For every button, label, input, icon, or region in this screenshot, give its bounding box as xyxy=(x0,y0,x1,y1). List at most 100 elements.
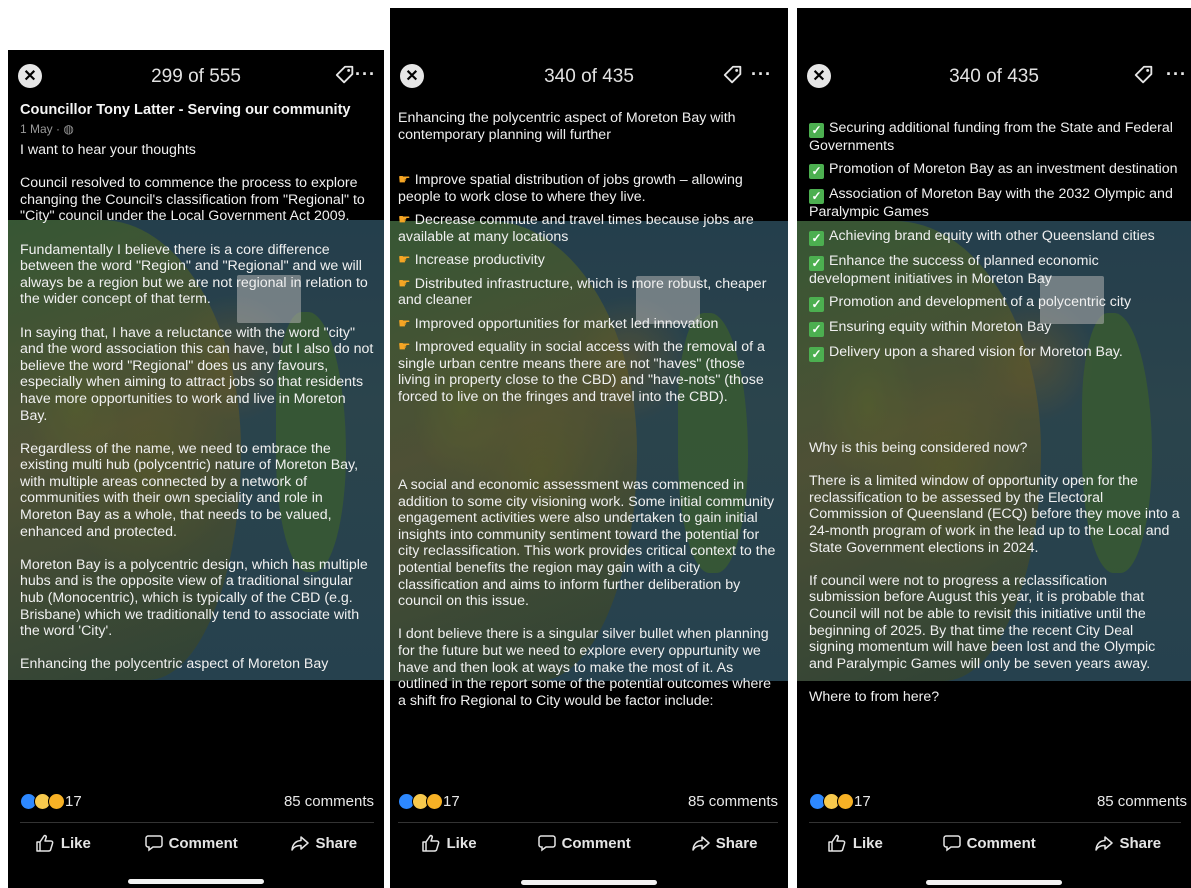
like-button[interactable]: Like xyxy=(827,834,883,852)
reactions-summary[interactable]: 17 xyxy=(809,793,871,810)
share-arrow-icon xyxy=(291,836,310,851)
viewer-top-bar: ✕ 340 of 435 ··· xyxy=(390,62,788,102)
reaction-count: 17 xyxy=(443,793,460,810)
photo-counter: 299 of 555 xyxy=(151,66,241,87)
comments-count[interactable]: 85 comments xyxy=(688,793,778,810)
benefits-list: ☛ Improve spatial distribution of jobs gr… xyxy=(398,172,778,412)
home-indicator xyxy=(128,879,264,884)
outcomes-checklist: ✓ Securing additional funding from the St… xyxy=(809,120,1181,369)
viewer-top-bar: ✕ 340 of 435 ··· xyxy=(797,62,1191,102)
check-mark-icon: ✓ xyxy=(809,164,824,180)
list-item: ✓ Ensuring equity within Moreton Bay xyxy=(809,319,1181,338)
list-item: ✓ Achieving brand equity with other Queen… xyxy=(809,228,1181,246)
post-text: I want to hear your thoughts Council res… xyxy=(20,142,374,673)
like-button[interactable]: Like xyxy=(421,834,477,852)
list-item: ☛ Distributed infrastructure, which is mo… xyxy=(398,275,767,309)
comment-label: Comment xyxy=(966,834,1036,852)
like-label: Like xyxy=(852,834,883,852)
list-item: ☛ Improve spatial distribution of jobs gr… xyxy=(398,172,743,205)
post-meta: 1 May · ◍ xyxy=(20,122,74,136)
comment-button[interactable]: Comment xyxy=(144,834,238,852)
list-item: ✓ Delivery upon a shared vision for Moret… xyxy=(809,344,1181,363)
post-text-outro: Why is this being considered now? There … xyxy=(809,440,1180,705)
divider xyxy=(809,822,1181,823)
thumbs-up-icon xyxy=(36,834,54,852)
action-bar: Like Comment Share xyxy=(797,828,1191,858)
share-label: Share xyxy=(715,834,758,852)
pointing-hand-icon: ☛ xyxy=(398,212,411,229)
thumbs-up-icon xyxy=(421,834,439,852)
divider xyxy=(398,822,778,823)
post-text-outro: A social and economic assessment was com… xyxy=(398,477,776,709)
comments-count[interactable]: 85 comments xyxy=(284,793,374,810)
comment-label: Comment xyxy=(561,834,631,852)
share-arrow-icon xyxy=(692,836,710,851)
list-item: ☛ Improved equality in social access with… xyxy=(398,339,765,405)
viewer-top-bar: ✕ 299 of 555 ··· xyxy=(8,62,384,102)
comment-label: Comment xyxy=(168,834,238,852)
comment-button[interactable]: Comment xyxy=(537,834,631,852)
photo-viewer-panel-2: ✕ 340 of 435 ··· Enhancing the polycentr… xyxy=(390,8,788,888)
comments-count[interactable]: 85 comments xyxy=(1097,793,1187,810)
speech-bubble-icon xyxy=(144,835,163,852)
tag-icon[interactable] xyxy=(1133,64,1155,86)
action-bar: Like Comment Share xyxy=(390,828,788,858)
pointing-hand-icon: ☛ xyxy=(398,339,411,356)
like-button[interactable]: Like xyxy=(35,834,91,852)
list-item: ✓ Enhance the success of planned economic… xyxy=(809,252,1099,287)
pointing-hand-icon: ☛ xyxy=(398,315,411,332)
globe-icon: ◍ xyxy=(63,122,74,136)
share-label: Share xyxy=(315,834,358,852)
divider xyxy=(20,822,374,823)
like-label: Like xyxy=(446,834,477,852)
reaction-count: 17 xyxy=(854,793,871,810)
list-item: ✓ Promotion and development of a polycent… xyxy=(809,294,1181,313)
list-item: ☛ Increase productivity xyxy=(398,252,545,269)
share-button[interactable]: Share xyxy=(291,835,357,852)
like-label: Like xyxy=(60,834,91,852)
photo-viewer-panel-1: ✕ 299 of 555 ··· Councillor Tony Latter … xyxy=(8,50,384,888)
reactions-summary[interactable]: 17 xyxy=(20,793,82,810)
home-indicator xyxy=(521,880,657,885)
more-options-icon[interactable]: ··· xyxy=(1166,64,1187,85)
list-item: ✓ Securing additional funding from the St… xyxy=(809,120,1173,154)
post-date: 1 May · xyxy=(20,122,64,136)
share-label: Share xyxy=(1119,834,1162,852)
check-mark-icon: ✓ xyxy=(809,255,824,271)
tag-icon[interactable] xyxy=(334,64,356,86)
photo-viewer-panel-3: ✕ 340 of 435 ··· ✓ Securing additional fu… xyxy=(797,8,1191,888)
reaction-count: 17 xyxy=(65,793,82,810)
reaction-icons xyxy=(398,793,443,810)
post-text-intro: Enhancing the polycentric aspect of More… xyxy=(398,110,736,143)
check-mark-icon: ✓ xyxy=(809,347,824,363)
list-item: ✓ Association of Moreton Bay with the 203… xyxy=(809,186,1173,221)
pointing-hand-icon: ☛ xyxy=(398,252,411,269)
pointing-hand-icon: ☛ xyxy=(398,275,411,292)
list-item: ✓ Promotion of Moreton Bay as an investme… xyxy=(809,161,1181,180)
speech-bubble-icon xyxy=(942,835,961,852)
more-options-icon[interactable]: ··· xyxy=(355,64,376,85)
more-options-icon[interactable]: ··· xyxy=(751,64,772,85)
tag-icon[interactable] xyxy=(722,64,744,86)
check-mark-icon: ✓ xyxy=(809,297,824,313)
speech-bubble-icon xyxy=(537,835,556,852)
post-author[interactable]: Councillor Tony Latter - Serving our com… xyxy=(20,102,351,118)
pointing-hand-icon: ☛ xyxy=(398,172,411,188)
check-mark-icon: ✓ xyxy=(809,189,824,205)
share-button[interactable]: Share xyxy=(1095,835,1161,852)
check-mark-icon: ✓ xyxy=(809,230,824,246)
home-indicator xyxy=(926,880,1062,885)
share-button[interactable]: Share xyxy=(692,834,758,852)
list-item: ☛ Improved opportunities for market led i… xyxy=(398,315,719,332)
reaction-icons xyxy=(809,793,854,810)
check-mark-icon: ✓ xyxy=(809,322,824,338)
check-mark-icon: ✓ xyxy=(809,123,824,138)
reactions-summary[interactable]: 17 xyxy=(398,793,460,810)
list-item: ☛ Decrease commute and travel times becau… xyxy=(398,212,754,245)
reaction-icons xyxy=(20,793,65,810)
share-arrow-icon xyxy=(1095,836,1114,851)
thumbs-up-icon xyxy=(828,834,846,852)
comment-button[interactable]: Comment xyxy=(942,834,1036,852)
action-bar: Like Comment Share xyxy=(8,828,384,858)
photo-counter: 340 of 435 xyxy=(949,66,1039,87)
